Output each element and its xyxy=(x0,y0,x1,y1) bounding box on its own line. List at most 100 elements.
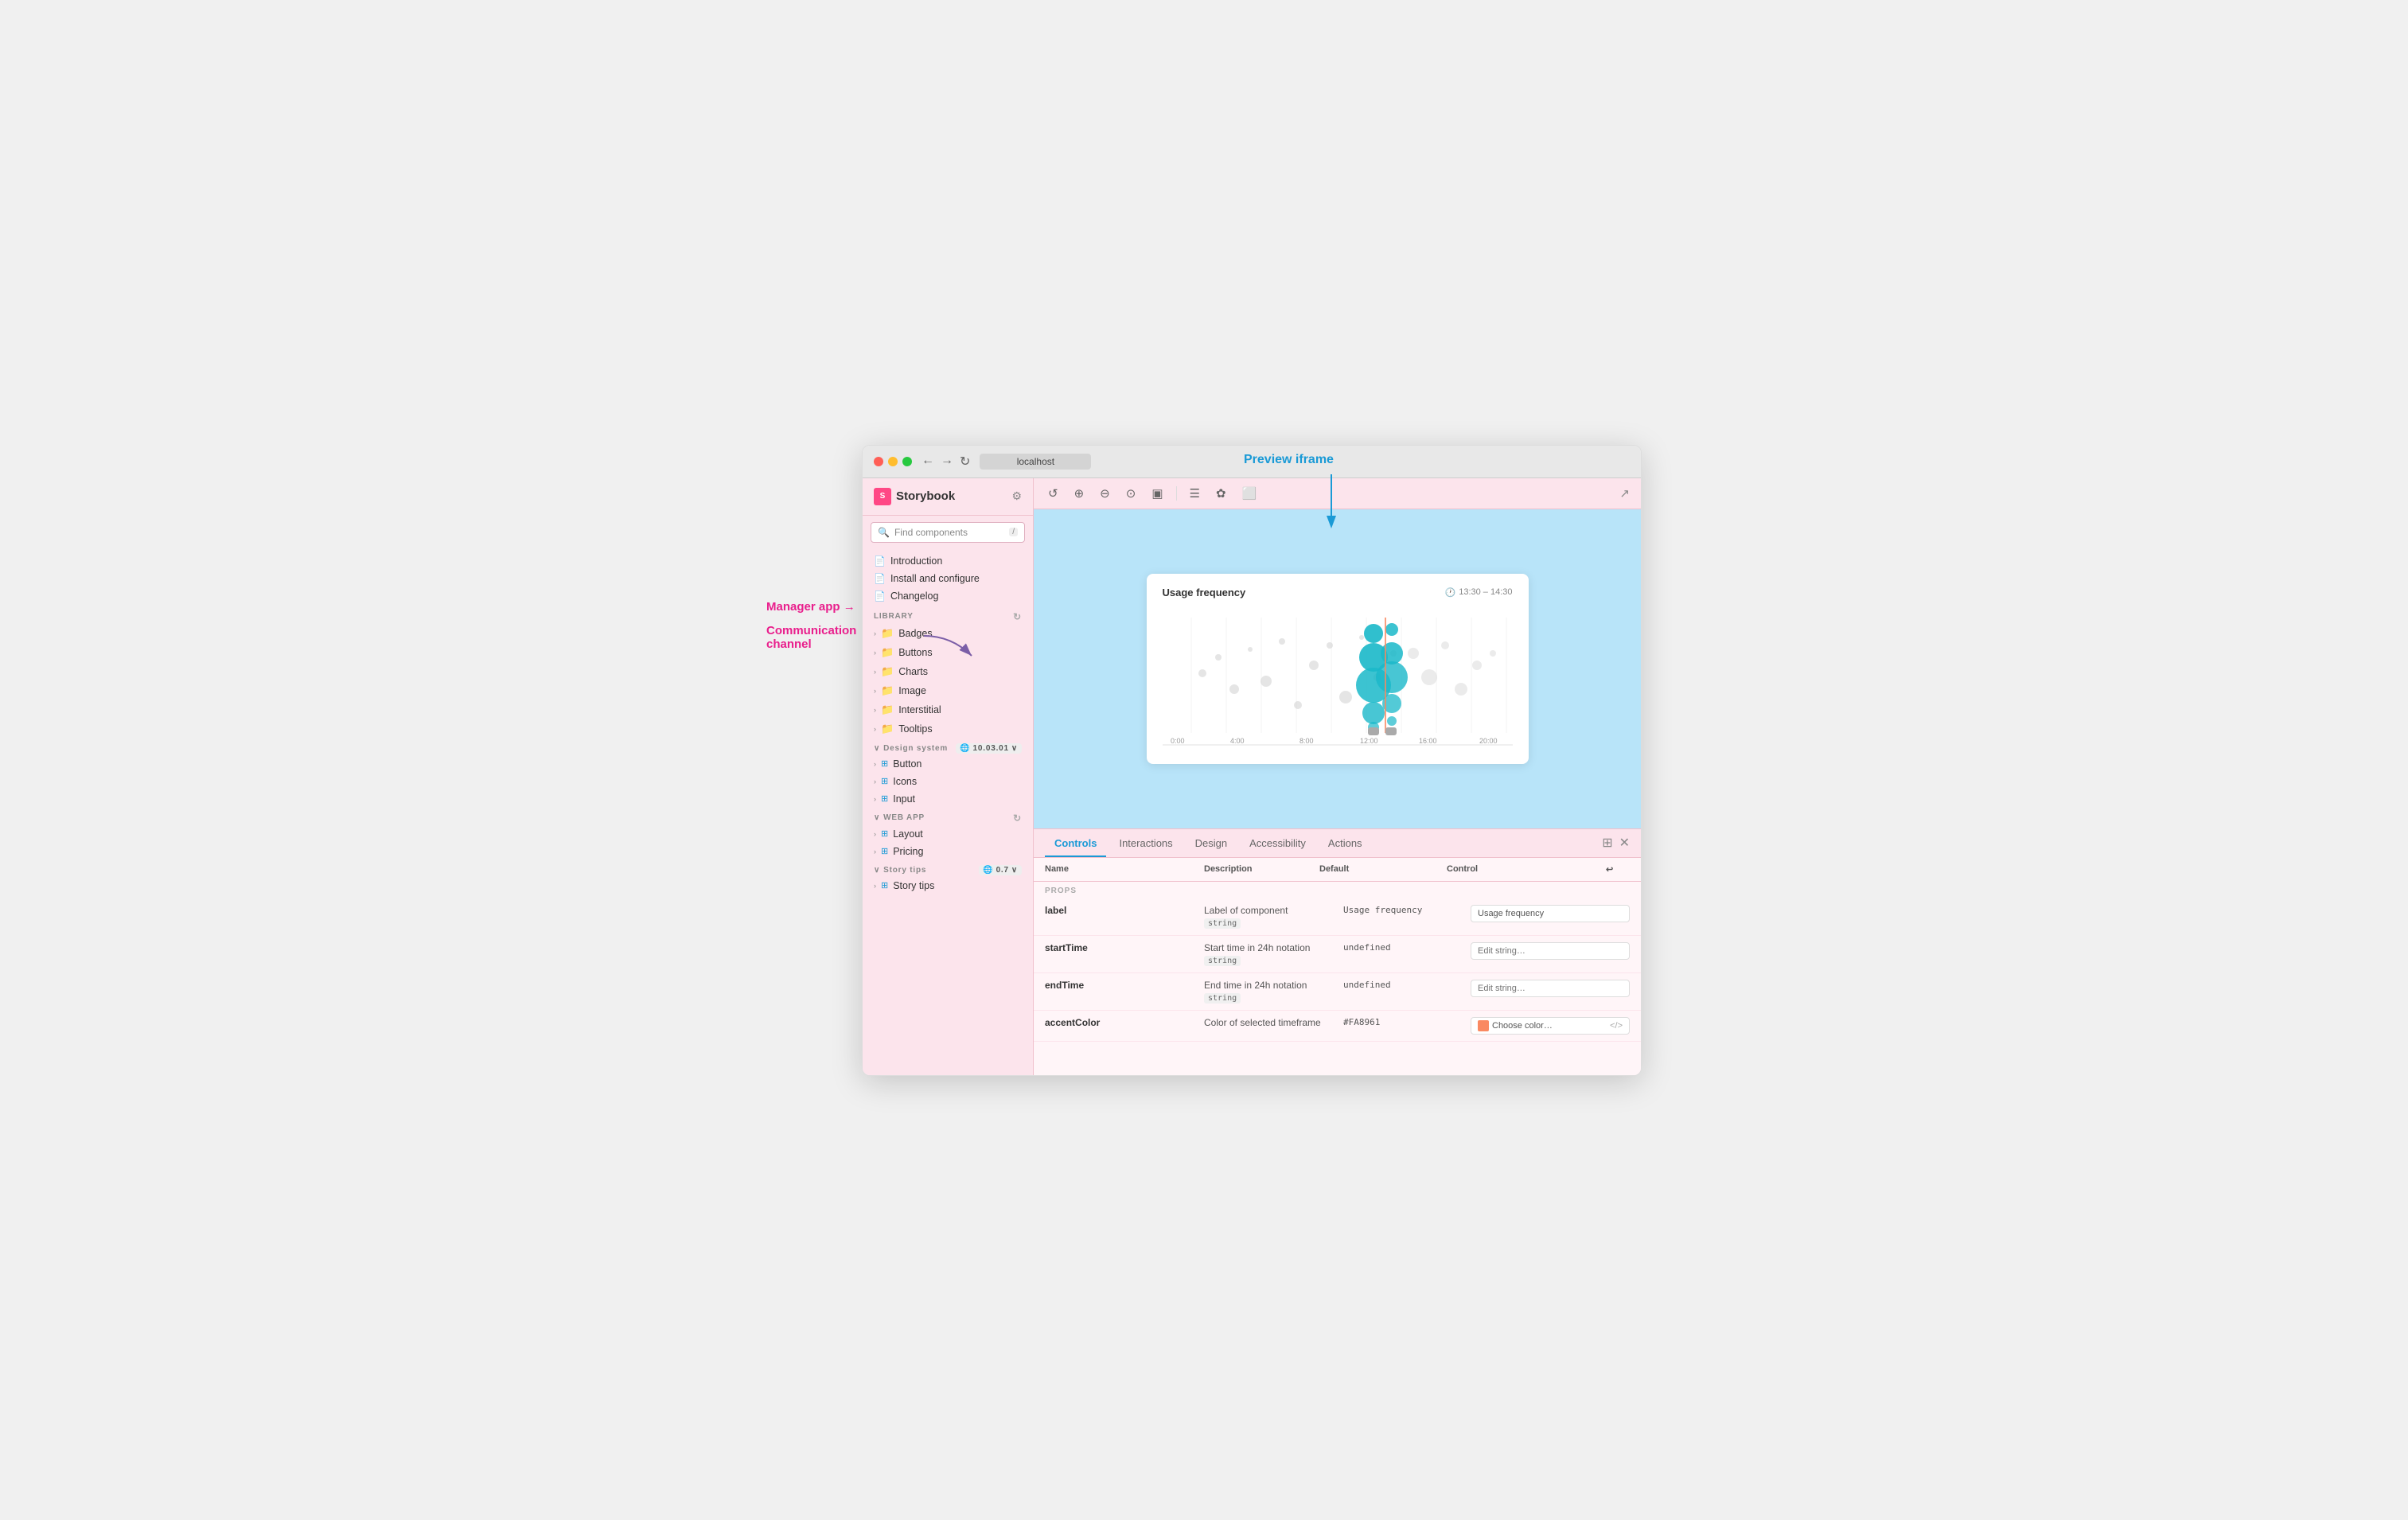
prop-name-label: label xyxy=(1045,905,1204,916)
table-header: Name Description Default Control ↩ xyxy=(1034,858,1641,882)
sidebar-item-label: Install and configure xyxy=(890,573,980,584)
chevron-right-icon: › xyxy=(874,629,876,637)
sidebar-item-button[interactable]: › ⊞ Button xyxy=(863,755,1033,773)
chart-title: Usage frequency xyxy=(1163,587,1246,598)
zoom-in-button[interactable]: ⊕ xyxy=(1071,485,1088,502)
sidebar-item-buttons[interactable]: › 📁 Buttons xyxy=(863,643,1033,662)
color-picker-button[interactable]: Choose color… </> xyxy=(1471,1017,1630,1035)
settings-button[interactable]: ⚙ xyxy=(1011,489,1022,503)
minimize-button[interactable] xyxy=(888,457,898,466)
search-icon: 🔍 xyxy=(878,527,890,538)
sidebar-item-pricing[interactable]: › ⊞ Pricing xyxy=(863,843,1033,860)
sidebar-item-label: Charts xyxy=(898,666,928,677)
sidebar-item-label: Layout xyxy=(893,828,923,840)
endtime-control-input[interactable] xyxy=(1471,980,1630,997)
toolbar-divider xyxy=(1176,486,1177,501)
controls-table: Name Description Default Control ↩ PROPS… xyxy=(1034,858,1641,1075)
starttime-control-input[interactable] xyxy=(1471,942,1630,960)
tab-actions[interactable]: Actions xyxy=(1319,829,1372,857)
forward-button[interactable]: → xyxy=(941,454,953,470)
sidebar-item-label: Introduction xyxy=(890,555,942,567)
tab-interactions[interactable]: Interactions xyxy=(1109,829,1182,857)
preview-area: Usage frequency 🕐 13:30 – 14:30 xyxy=(1034,509,1641,828)
prop-default-endtime: undefined xyxy=(1343,980,1471,990)
color-swatch xyxy=(1478,1020,1489,1031)
component-icon: ⊞ xyxy=(881,846,888,856)
sidebar-item-input[interactable]: › ⊞ Input xyxy=(863,790,1033,808)
close-button[interactable] xyxy=(874,457,883,466)
library-section-label: LIBRARY ↻ xyxy=(863,605,1033,624)
fullscreen-button[interactable]: ▣ xyxy=(1148,485,1166,502)
folder-icon: 📁 xyxy=(881,665,894,678)
sidebar-item-interstitial[interactable]: › 📁 Interstitial xyxy=(863,700,1033,719)
tab-design[interactable]: Design xyxy=(1186,829,1237,857)
folder-icon: 📁 xyxy=(881,723,894,735)
sidebar-item-label: Pricing xyxy=(893,846,923,857)
sidebar-item-image[interactable]: › 📁 Image xyxy=(863,681,1033,700)
sidebar-item-tooltips[interactable]: › 📁 Tooltips xyxy=(863,719,1033,739)
chevron-right-icon: › xyxy=(874,848,876,855)
sidebar-item-install[interactable]: 📄 Install and configure xyxy=(863,570,1033,587)
type-badge: string xyxy=(1204,918,1241,929)
chart-time-text: 13:30 – 14:30 xyxy=(1459,587,1512,597)
reset-button[interactable]: ↺ xyxy=(1045,485,1062,502)
tab-accessibility[interactable]: Accessibility xyxy=(1240,829,1315,857)
sidebar-logo-text: Storybook xyxy=(896,489,955,503)
zoom-out-button[interactable]: ⊖ xyxy=(1097,485,1113,502)
clock-icon: 🕐 xyxy=(1445,587,1456,598)
browser-nav: ← → ↻ xyxy=(922,454,970,470)
external-link-button[interactable]: ↗ xyxy=(1619,486,1630,501)
label-control-input[interactable] xyxy=(1471,905,1630,922)
sidebar-logo: S Storybook xyxy=(874,488,955,505)
component-icon: ⊞ xyxy=(881,776,888,786)
code-icon: </> xyxy=(1610,1021,1623,1031)
prop-control-starttime xyxy=(1471,942,1630,960)
reload-button[interactable]: ↻ xyxy=(960,454,970,470)
panel-tab-actions: ⊞ ✕ xyxy=(1602,835,1630,851)
prop-default-label: Usage frequency xyxy=(1343,905,1471,915)
comm-channel-label: Communication channel xyxy=(766,624,856,651)
doc-icon: 📄 xyxy=(874,555,886,567)
settings-button[interactable]: ✿ xyxy=(1213,485,1229,502)
grid-button[interactable]: ☰ xyxy=(1186,485,1203,502)
search-bar[interactable]: 🔍 Find components / xyxy=(871,522,1025,543)
col-header-default: Default xyxy=(1319,864,1447,875)
sidebar-item-changelog[interactable]: 📄 Changelog xyxy=(863,587,1033,605)
prop-control-accentcolor: Choose color… </> xyxy=(1471,1017,1630,1035)
reset-all-button[interactable]: ↩ xyxy=(1606,864,1630,875)
url-bar[interactable]: localhost xyxy=(980,454,1091,470)
sidebar-item-badges[interactable]: › 📁 Badges xyxy=(863,624,1033,643)
svg-text:20:00: 20:00 xyxy=(1479,737,1498,745)
sidebar-item-charts[interactable]: › 📁 Charts xyxy=(863,662,1033,681)
sidebar-content: 📄 Introduction 📄 Install and configure 📄… xyxy=(863,549,1033,1075)
tab-controls[interactable]: Controls xyxy=(1045,829,1106,857)
prop-desc-label: Label of component string xyxy=(1204,905,1343,929)
svg-text:0:00: 0:00 xyxy=(1171,737,1185,745)
chart-header: Usage frequency 🕐 13:30 – 14:30 xyxy=(1163,587,1513,598)
maximize-button[interactable] xyxy=(902,457,912,466)
right-panel: ↺ ⊕ ⊖ ⊙ ▣ ☰ ✿ ⬜ ↗ Usage frequency xyxy=(1034,478,1641,1075)
sidebar-item-layout[interactable]: › ⊞ Layout xyxy=(863,825,1033,843)
design-system-version-badge[interactable]: 🌐 10.03.01 ∨ xyxy=(956,743,1022,754)
sidebar-item-label: Story tips xyxy=(893,880,934,891)
sidebar-item-label: Badges xyxy=(898,628,932,639)
sidebar-item-label: Button xyxy=(893,758,922,770)
preview-iframe-label: Preview iframe xyxy=(1244,453,1334,467)
toolbar: ↺ ⊕ ⊖ ⊙ ▣ ☰ ✿ ⬜ ↗ xyxy=(1034,478,1641,509)
prop-name-starttime: startTime xyxy=(1045,942,1204,953)
split-panel-icon[interactable]: ⊞ xyxy=(1602,835,1612,851)
close-panel-icon[interactable]: ✕ xyxy=(1619,835,1630,851)
back-button[interactable]: ← xyxy=(922,454,934,470)
zoom-reset-button[interactable]: ⊙ xyxy=(1123,485,1140,502)
sidebar-item-icons[interactable]: › ⊞ Icons xyxy=(863,773,1033,790)
sidebar-item-introduction[interactable]: 📄 Introduction xyxy=(863,552,1033,570)
search-shortcut: / xyxy=(1009,528,1018,536)
frame-button[interactable]: ⬜ xyxy=(1239,485,1260,502)
web-app-label: WEB APP xyxy=(883,813,925,822)
prop-desc-starttime: Start time in 24h notation string xyxy=(1204,942,1343,966)
story-tips-version-badge[interactable]: 🌐 0.7 ∨ xyxy=(979,865,1022,875)
sidebar-item-story-tips[interactable]: › ⊞ Story tips xyxy=(863,877,1033,894)
app-layout: S Storybook ⚙ 🔍 Find components / 📄 Intr… xyxy=(863,478,1641,1075)
chevron-right-icon: › xyxy=(874,830,876,838)
svg-text:16:00: 16:00 xyxy=(1419,737,1437,745)
